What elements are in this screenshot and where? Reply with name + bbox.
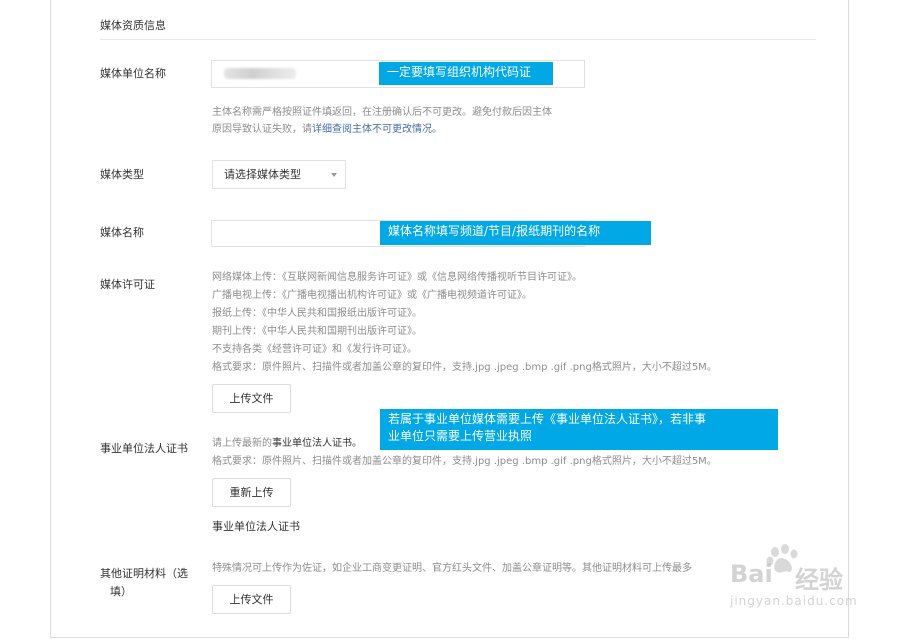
license-line-4: 期刊上传：《中华人民共和国期刊出版许可证》。 [212, 326, 422, 337]
other-tip: 特殊情况可上传作为佐证，如企业工商变更证明、官方红头文件、加盖公章证明等。其他证… [212, 563, 692, 574]
license-line-1: 网络媒体上传：《互联网新闻信息服务许可证》或《信息网络传播视听节目许可证》。 [212, 272, 582, 283]
section-divider [100, 39, 816, 40]
reupload-button[interactable]: 重新上传 [212, 478, 291, 507]
license-line-6: 格式要求：原件照片、扫描件或者加盖公章的复印件，支持.jpg .jpeg .bm… [212, 362, 717, 373]
org-name-tip-prefix: 原因导致认证失败，请 [212, 124, 312, 135]
license-upload-button[interactable]: 上传文件 [212, 384, 291, 413]
legal-cert-callout-line1: 若属于事业单位媒体需要上传《事业单位法人证书》，若非事 [388, 412, 707, 426]
legal-cert-file-caption: 事业单位法人证书 [212, 520, 300, 533]
media-name-callout: 媒体名称填写频道/节目/报纸期刊的名称 [380, 221, 651, 245]
other-label-line2: 填） [110, 585, 132, 598]
other-label-line1: 其他证明材料（选 [100, 567, 188, 580]
org-name-callout: 一定要填写组织机构代码证 [379, 62, 553, 85]
org-name-tip-link[interactable]: 详细查阅主体不可更改情况。 [312, 124, 442, 135]
media-name-label: 媒体名称 [100, 226, 144, 239]
org-name-tip-line2: 原因导致认证失败，请详细查阅主体不可更改情况。 [212, 121, 442, 138]
section-title: 媒体资质信息 [100, 19, 166, 32]
legal-cert-tip: 请上传最新的事业单位法人证书。 [212, 435, 362, 452]
legal-cert-label: 事业单位法人证书 [100, 442, 188, 455]
org-name-label: 媒体单位名称 [100, 67, 166, 80]
org-name-tip-line1: 主体名称需严格按照证件填返回，在注册确认后不可更改。避免付款后因主体 [212, 107, 552, 118]
legal-cert-callout: 若属于事业单位媒体需要上传《事业单位法人证书》，若非事 业单位只需要上传营业执照 [380, 409, 778, 450]
blurred-value [224, 68, 296, 79]
legal-cert-tip-name: 事业单位法人证书。 [272, 438, 362, 449]
form-panel [50, 0, 849, 638]
legal-cert-format: 格式要求：原件照片、扫描件或者加盖公章的复印件，支持.jpg .jpeg .bm… [212, 456, 717, 467]
license-line-2: 广播电视上传：《广播电视播出机构许可证》或《广播电视频道许可证》。 [212, 290, 532, 301]
chevron-down-icon [331, 173, 337, 177]
legal-cert-tip-prefix: 请上传最新的 [212, 438, 272, 449]
license-line-3: 报纸上传：《中华人民共和国报纸出版许可证》。 [212, 308, 422, 319]
license-line-5: 不支持各类《经营许可证》和《发行许可证》。 [212, 344, 417, 355]
license-label: 媒体许可证 [100, 278, 155, 291]
other-upload-button[interactable]: 上传文件 [212, 585, 291, 614]
legal-cert-callout-line2: 业单位只需要上传营业执照 [388, 429, 533, 443]
media-type-select-value: 请选择媒体类型 [224, 168, 301, 181]
media-type-label: 媒体类型 [100, 168, 144, 181]
media-type-select[interactable]: 请选择媒体类型 [212, 160, 346, 189]
